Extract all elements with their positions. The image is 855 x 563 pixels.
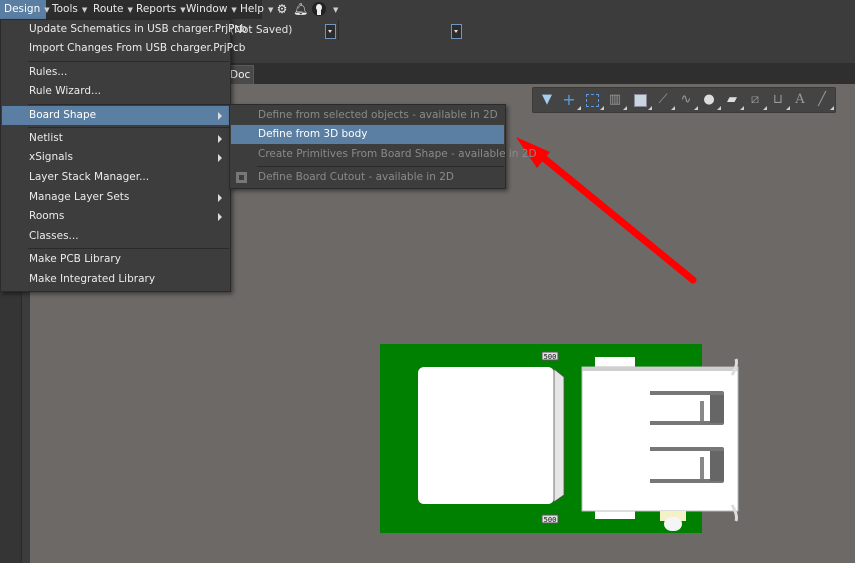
resistor-top: 500 xyxy=(541,351,559,361)
menu-bar-fill xyxy=(262,0,855,19)
menu-separator xyxy=(28,104,229,105)
menu-separator xyxy=(28,61,229,62)
menu-help[interactable]: Help ▼ xyxy=(236,0,277,19)
submenu-item-define-from-selected[interactable]: Define from selected objects - available… xyxy=(231,106,504,125)
align-icon[interactable]: ▥ xyxy=(606,91,627,110)
menu-item-netlist[interactable]: Netlist xyxy=(2,129,229,148)
submenu-arrow-icon xyxy=(218,135,222,143)
menu-item-board-shape[interactable]: Board Shape xyxy=(2,106,229,125)
svg-text:500: 500 xyxy=(544,353,557,361)
menu-item-manage-layer-sets[interactable]: Manage Layer Sets xyxy=(2,188,229,207)
led-component xyxy=(660,511,686,531)
svg-text:500: 500 xyxy=(544,516,557,524)
menu-separator xyxy=(28,248,229,249)
board-shape-submenu: Define from selected objects - available… xyxy=(229,104,537,189)
diff-pair-icon[interactable]: ∿ xyxy=(677,91,698,110)
submenu-arrow-icon xyxy=(218,194,222,202)
submenu-arrow-icon xyxy=(218,154,222,162)
text-icon[interactable]: A xyxy=(791,91,809,109)
usb-connector xyxy=(581,357,739,531)
submenu-arrow-icon xyxy=(218,112,222,120)
menu-item-rules[interactable]: Rules... xyxy=(2,63,229,82)
resistor-bottom: 500 xyxy=(541,514,559,524)
menu-separator xyxy=(257,166,504,167)
menu-tools[interactable]: Tools ▼ xyxy=(48,0,91,19)
cross-probe-icon[interactable]: + xyxy=(560,91,581,110)
submenu-arrow-icon xyxy=(218,213,222,221)
submenu-item-create-primitives[interactable]: Create Primitives From Board Shape - ava… xyxy=(231,145,537,164)
board-cutout-icon xyxy=(236,172,247,183)
design-menu: Update Schematics in USB charger.PrjPcb … xyxy=(0,19,247,292)
menu-item-make-pcb-library[interactable]: Make PCB Library xyxy=(2,250,229,269)
menu-item-make-integrated-library[interactable]: Make Integrated Library xyxy=(2,270,229,289)
large-component-body xyxy=(418,367,565,504)
dropdown-button-1[interactable] xyxy=(325,24,336,39)
route-icon[interactable]: ⟋ xyxy=(654,91,675,110)
bell-icon[interactable]: 🔔︎ xyxy=(293,2,308,16)
menu-item-xsignals[interactable]: xSignals xyxy=(2,148,229,167)
polygon-icon[interactable]: ▰ xyxy=(723,91,744,110)
menu-item-import-changes[interactable]: Import Changes From USB charger.PrjPcb xyxy=(2,39,245,58)
user-icon[interactable] xyxy=(312,2,326,16)
dimension-icon[interactable]: ⧄ xyxy=(746,91,767,110)
menu-item-classes[interactable]: Classes... xyxy=(2,227,229,246)
select-rect-icon[interactable] xyxy=(583,91,604,110)
gear-icon[interactable]: ⚙ xyxy=(275,2,289,16)
menu-design[interactable]: Design ▼ xyxy=(0,0,50,19)
submenu-item-define-board-cutout[interactable]: Define Board Cutout - available in 2D xyxy=(231,168,504,187)
menu-item-rule-wizard[interactable]: Rule Wizard... xyxy=(2,82,229,101)
toolbar-separator xyxy=(338,20,339,40)
string-icon[interactable]: ⊔ xyxy=(769,91,790,110)
menu-item-layer-stack-manager[interactable]: Layer Stack Manager... xyxy=(2,168,229,187)
filter-icon[interactable]: ▼ xyxy=(538,91,556,109)
pcb-components: 500 500 xyxy=(418,351,739,531)
user-menu-caret[interactable]: ▼ xyxy=(329,0,338,19)
menu-window[interactable]: Window ▼ xyxy=(182,0,241,19)
component-icon[interactable] xyxy=(631,91,652,110)
submenu-item-define-from-3d-body[interactable]: Define from 3D body xyxy=(231,125,504,144)
menu-route[interactable]: Route ▼ xyxy=(89,0,137,19)
line-icon[interactable]: ╱ xyxy=(813,91,834,110)
active-bar-toolbar: ▼ + ▥ ⟋ ∿ ● ▰ ⧄ ⊔ A ╱ xyxy=(532,87,836,113)
dropdown-button-2[interactable] xyxy=(451,24,462,39)
menu-separator xyxy=(28,127,229,128)
via-icon[interactable]: ● xyxy=(700,91,721,110)
menu-item-update-schematics[interactable]: Update Schematics in USB charger.PrjPcb xyxy=(2,20,247,39)
menu-item-rooms[interactable]: Rooms xyxy=(2,207,229,226)
